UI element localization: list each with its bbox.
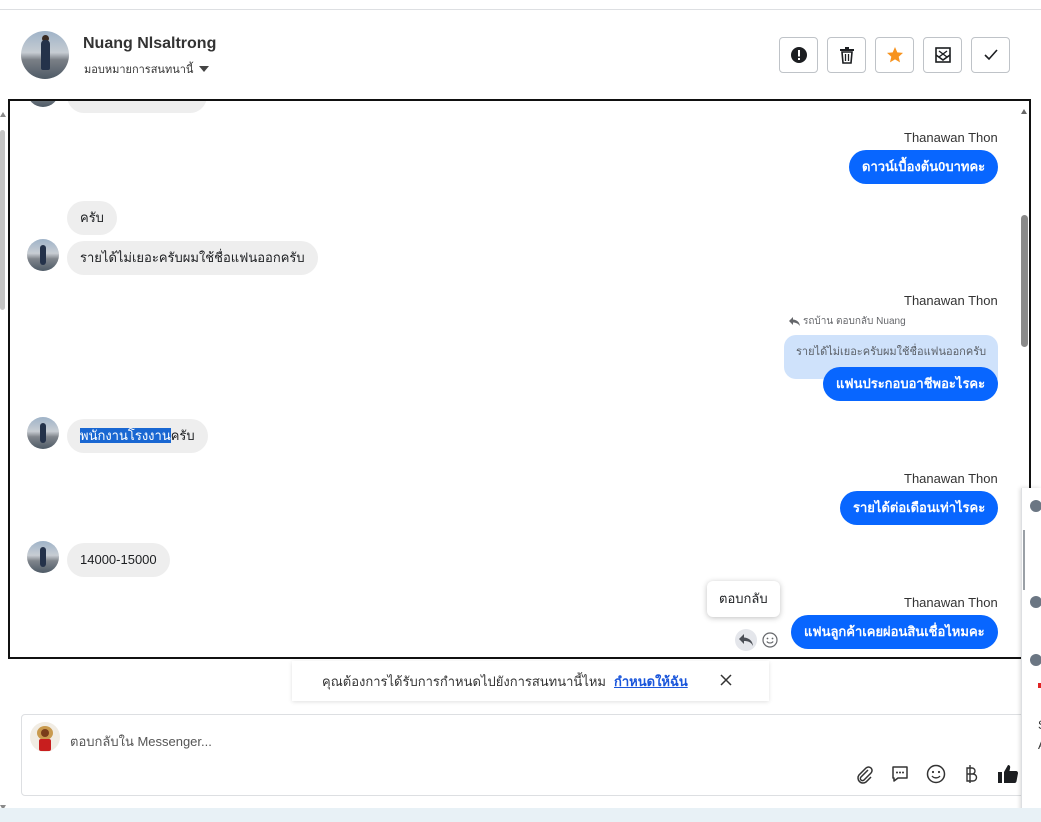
baht-icon (966, 765, 978, 783)
inbox-page: Nuang Nlsaltrong มอบหมายการสนทนานี้ Than… (0, 0, 1041, 822)
message-bubble-incoming[interactable]: พนักงานโรงงานครับ (67, 419, 208, 453)
message-bubble-outgoing[interactable]: แฟนประกอบอาชีพอะไรคะ (823, 367, 999, 401)
chevron-down-icon (199, 66, 210, 72)
message-bubble-cutoff (67, 101, 207, 113)
scroll-thumb[interactable] (0, 130, 5, 310)
alert-icon (790, 47, 807, 63)
scroll-up-arrow[interactable] (0, 112, 6, 117)
saved-replies-button[interactable] (889, 763, 911, 785)
assign-banner-text: คุณต้องการได้รับการกำหนดไปยังการสนทนานี้… (322, 673, 606, 689)
attach-button[interactable] (853, 763, 875, 785)
delete-button[interactable] (827, 37, 866, 73)
message-thread[interactable]: Thanawan Thon ดาวน์เบื้องต้น0บาทคะ ครับ … (8, 99, 1031, 659)
thumbs-up-icon (998, 765, 1019, 784)
contact-avatar-small (27, 239, 59, 271)
star-button[interactable] (875, 37, 914, 73)
star-icon (886, 47, 903, 63)
assign-label: มอบหมายการสนทนานี้ (84, 64, 194, 76)
close-icon (720, 674, 732, 686)
message-bubble-incoming[interactable]: รายได้ไม่เยอะครับผมใช้ชื่อแฟนออกครับ (67, 241, 318, 275)
contact-name[interactable]: Nuang Nlsaltrong (83, 35, 216, 53)
selected-text: พนักงานโรงงาน (80, 428, 171, 443)
payment-button[interactable] (961, 763, 983, 785)
scroll-up-arrow[interactable] (1021, 109, 1027, 114)
sender-name: Thanawan Thon (904, 293, 998, 308)
assign-to-me-link[interactable]: กำหนดให้ฉัน (614, 671, 688, 692)
assign-dropdown[interactable]: มอบหมายการสนทนานี้ (84, 60, 210, 78)
react-button[interactable] (760, 629, 780, 651)
message-composer[interactable]: ตอบกลับใน Messenger... (21, 714, 1031, 796)
reply-arrow-icon (789, 317, 800, 326)
like-button[interactable] (997, 763, 1019, 785)
chat-bubble-icon (892, 766, 908, 782)
right-side-panel[interactable]: S A (1021, 488, 1041, 818)
reply-note: รถบ้าน ตอบกลับ Nuang (788, 314, 906, 329)
mark-unread-button[interactable] (923, 37, 962, 73)
check-icon (983, 49, 998, 61)
mark-done-button[interactable] (971, 37, 1010, 73)
sender-name: Thanawan Thon (904, 595, 998, 610)
mark-unread-icon (934, 47, 951, 63)
spam-button[interactable] (779, 37, 818, 73)
contact-avatar-small (1030, 654, 1041, 666)
reply-icon (739, 634, 753, 646)
reply-input[interactable]: ตอบกลับใน Messenger... (70, 731, 212, 752)
reply-button[interactable] (735, 629, 757, 651)
contact-avatar-small (27, 417, 59, 449)
emoji-icon (926, 764, 946, 784)
left-scrollbar[interactable] (0, 112, 6, 810)
message-bubble-incoming[interactable]: ครับ (67, 201, 117, 235)
bottom-strip (0, 808, 1041, 822)
contact-avatar-small (27, 101, 59, 107)
message-bubble-outgoing[interactable]: ดาวน์เบื้องต้น0บาทคะ (849, 150, 999, 184)
reply-tooltip: ตอบกลับ (707, 581, 780, 617)
contact-avatar[interactable] (21, 31, 69, 79)
contact-avatar-small (1030, 500, 1041, 512)
scroll-thumb[interactable] (1021, 215, 1028, 347)
contact-avatar-small (1030, 596, 1041, 608)
panel-scroll-line (1023, 530, 1025, 590)
contact-avatar-small (27, 541, 59, 573)
page-avatar (30, 722, 60, 752)
message-bubble-outgoing[interactable]: แฟนลูกค้าเคยผ่อนสินเชื่อไหมคะ (791, 615, 998, 649)
assign-banner: คุณต้องการได้รับการกำหนดไปยังการสนทนานี้… (292, 661, 769, 701)
close-banner-button[interactable] (719, 673, 733, 690)
trash-icon (839, 47, 854, 64)
message-bubble-outgoing[interactable]: รายได้ต่อเดือนเท่าไรคะ (840, 491, 999, 525)
conversation-header: Nuang Nlsaltrong มอบหมายการสนทนานี้ (0, 10, 1030, 100)
composer-tools (853, 763, 1019, 785)
emoji-button[interactable] (925, 763, 947, 785)
paperclip-icon (857, 766, 873, 784)
sender-name: Thanawan Thon (904, 471, 998, 486)
message-bubble-incoming[interactable]: 14000-15000 (67, 543, 170, 577)
sender-name: Thanawan Thon (904, 130, 998, 145)
header-actions (779, 37, 1010, 73)
emoji-icon (762, 632, 778, 648)
